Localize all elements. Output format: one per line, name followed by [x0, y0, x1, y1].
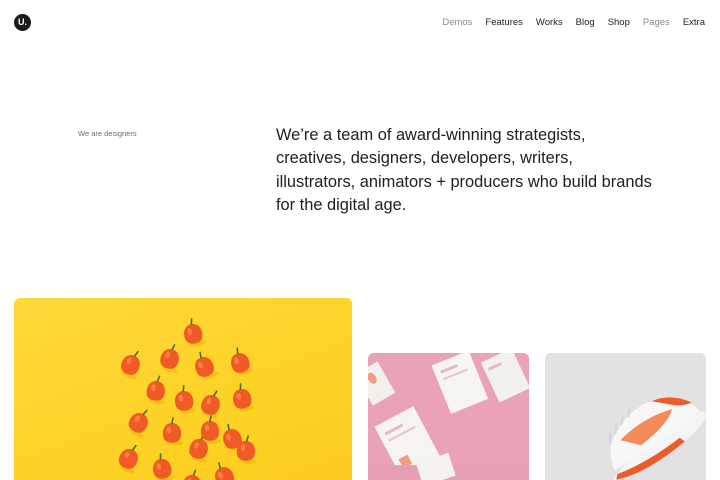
pepper	[160, 343, 179, 373]
pepper	[233, 383, 255, 412]
pepper	[200, 415, 221, 444]
logo[interactable]: U.	[14, 14, 31, 31]
nav-item-extra[interactable]: Extra	[683, 16, 705, 30]
pepper	[201, 390, 220, 419]
pepper	[175, 385, 196, 414]
pepper	[215, 462, 235, 480]
pepper	[153, 453, 175, 480]
nav-item-features[interactable]: Features	[485, 16, 523, 30]
pepper	[184, 318, 206, 347]
portfolio-item-peppers[interactable]	[14, 298, 352, 480]
pepper	[195, 351, 219, 379]
pepper	[120, 350, 140, 380]
pepper	[162, 417, 183, 446]
portfolio-item-print-cards[interactable]	[368, 353, 529, 480]
pepper	[146, 375, 165, 405]
nav-item-pages[interactable]: Pages	[643, 16, 670, 30]
print-cards-image	[368, 353, 529, 480]
peppers-image	[118, 318, 257, 480]
pepper	[128, 409, 148, 438]
intro-eyebrow: We are designers	[78, 129, 137, 138]
pepper	[118, 444, 138, 474]
site-header: U. Demos Features Works Blog Shop Pages …	[0, 0, 720, 46]
sneaker-image	[545, 353, 706, 480]
intro-headline: We’re a team of award-winning strategist…	[276, 126, 652, 214]
pepper	[182, 469, 201, 480]
portfolio-item-sneaker[interactable]	[545, 353, 706, 480]
pepper	[231, 347, 254, 376]
nav-item-demos[interactable]: Demos	[442, 16, 472, 30]
nav-item-works[interactable]: Works	[536, 16, 563, 30]
main-nav: Demos Features Works Blog Shop Pages Ext…	[429, 16, 705, 30]
nav-item-shop[interactable]: Shop	[608, 16, 630, 30]
nav-item-blog[interactable]: Blog	[576, 16, 595, 30]
